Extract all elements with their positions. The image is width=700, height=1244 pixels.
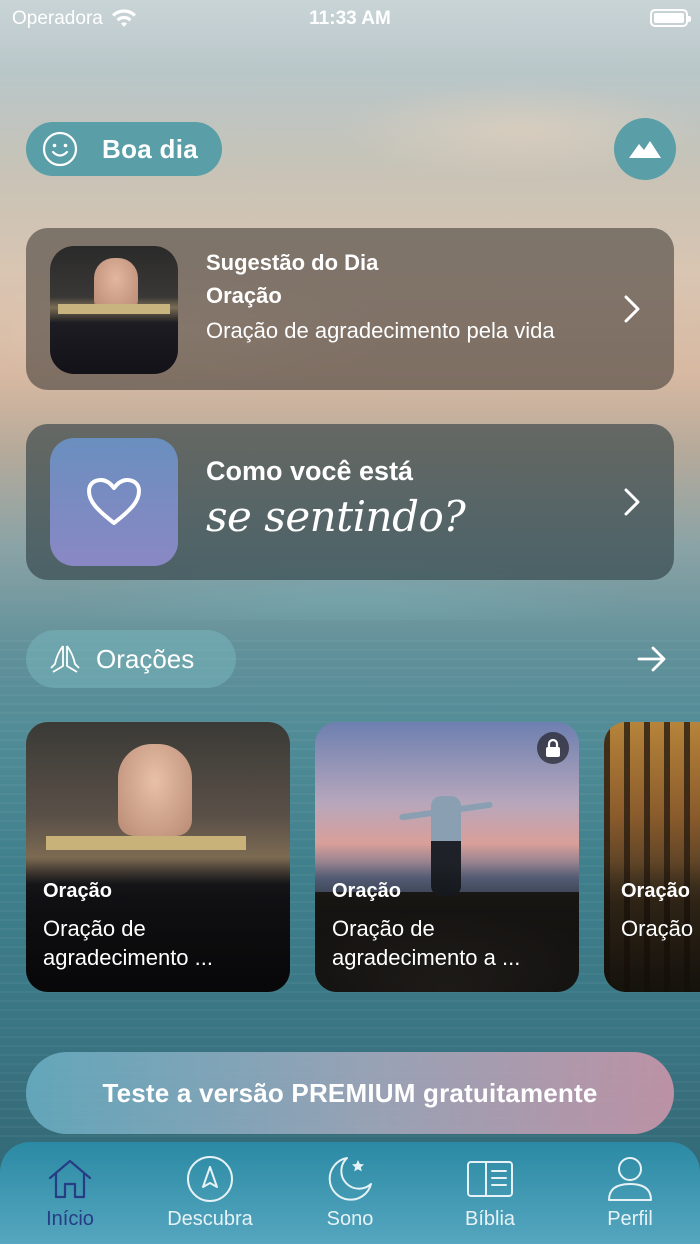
prayer-carousel[interactable]: Oração Oração de agradecimento ... Oraçã… — [0, 722, 700, 992]
tab-sono[interactable]: Sono — [280, 1142, 420, 1244]
scenery-button[interactable] — [614, 118, 676, 180]
tab-label: Descubra — [167, 1208, 253, 1230]
prayer-card-category: Oração — [621, 880, 690, 902]
clock: 11:33 AM — [309, 8, 391, 29]
prayers-section-pill[interactable]: Orações — [26, 630, 236, 688]
prayer-card[interactable]: Oração Oração afastar — [604, 722, 700, 992]
praying-hands-photo — [118, 744, 192, 836]
mountain-icon — [629, 141, 661, 158]
tab-perfil[interactable]: Perfil — [560, 1142, 700, 1244]
suggestion-description: Oração de agradecimento pela vida — [206, 318, 555, 343]
greeting-label: Boa dia — [102, 133, 199, 164]
suggestion-card[interactable]: Sugestão do Dia Oração Oração de agradec… — [26, 228, 674, 390]
tab-biblia[interactable]: Bíblia — [420, 1142, 560, 1244]
tab-label: Sono — [326, 1208, 374, 1230]
home-icon — [48, 1159, 92, 1199]
chevron-right-icon — [624, 295, 640, 323]
user-icon — [608, 1157, 652, 1201]
moon-icon — [328, 1157, 372, 1201]
prayer-card-title: Oração afastar — [621, 916, 700, 941]
tab-bar: Início Descubra Sono Bíblia Perfil — [0, 1142, 700, 1244]
tab-label: Bíblia — [464, 1208, 516, 1230]
status-bar: Operadora 11:33 AM — [0, 0, 700, 36]
prayer-card-title: Oração de agradecimento ... — [43, 916, 213, 970]
greeting-pill[interactable]: Boa dia — [26, 122, 222, 176]
suggestion-thumbnail — [50, 246, 178, 374]
feeling-card[interactable]: Como você está se sentindo? — [26, 424, 674, 580]
heart-tile — [50, 438, 178, 566]
prayer-card[interactable]: Oração Oração de agradecimento a ... — [315, 722, 579, 992]
heart-icon — [87, 478, 141, 525]
book-icon — [467, 1161, 513, 1197]
tab-inicio[interactable]: Início — [0, 1142, 140, 1244]
tab-label: Início — [46, 1208, 94, 1230]
lock-icon — [546, 738, 560, 757]
prayer-card-category: Oração — [332, 880, 401, 902]
premium-trial-button[interactable]: Teste a versão PREMIUM gratuitamente — [26, 1052, 674, 1134]
feeling-question-line2: se sentindo? — [206, 492, 466, 541]
prayer-card-category: Oração — [43, 880, 112, 902]
book-photo — [58, 304, 170, 314]
compass-icon — [187, 1156, 233, 1202]
feeling-question-line1: Como você está — [206, 456, 414, 486]
prayer-card[interactable]: Oração Oração de agradecimento ... — [26, 722, 290, 992]
arrow-right-icon[interactable] — [636, 645, 668, 673]
lock-badge — [537, 732, 569, 764]
prayers-section-title: Orações — [96, 643, 195, 674]
chevron-right-icon — [624, 488, 640, 516]
book-photo — [46, 836, 246, 850]
battery-icon — [650, 9, 691, 27]
praying-hands-photo — [94, 258, 138, 310]
praying-hands-icon — [50, 645, 80, 673]
tab-label: Perfil — [607, 1208, 653, 1230]
suggestion-category: Oração — [206, 283, 282, 308]
prayer-card-title: Oração de agradecimento a ... — [332, 916, 521, 970]
suggestion-title: Sugestão do Dia — [206, 250, 379, 275]
smile-icon — [42, 131, 78, 167]
tab-descubra[interactable]: Descubra — [140, 1142, 280, 1244]
